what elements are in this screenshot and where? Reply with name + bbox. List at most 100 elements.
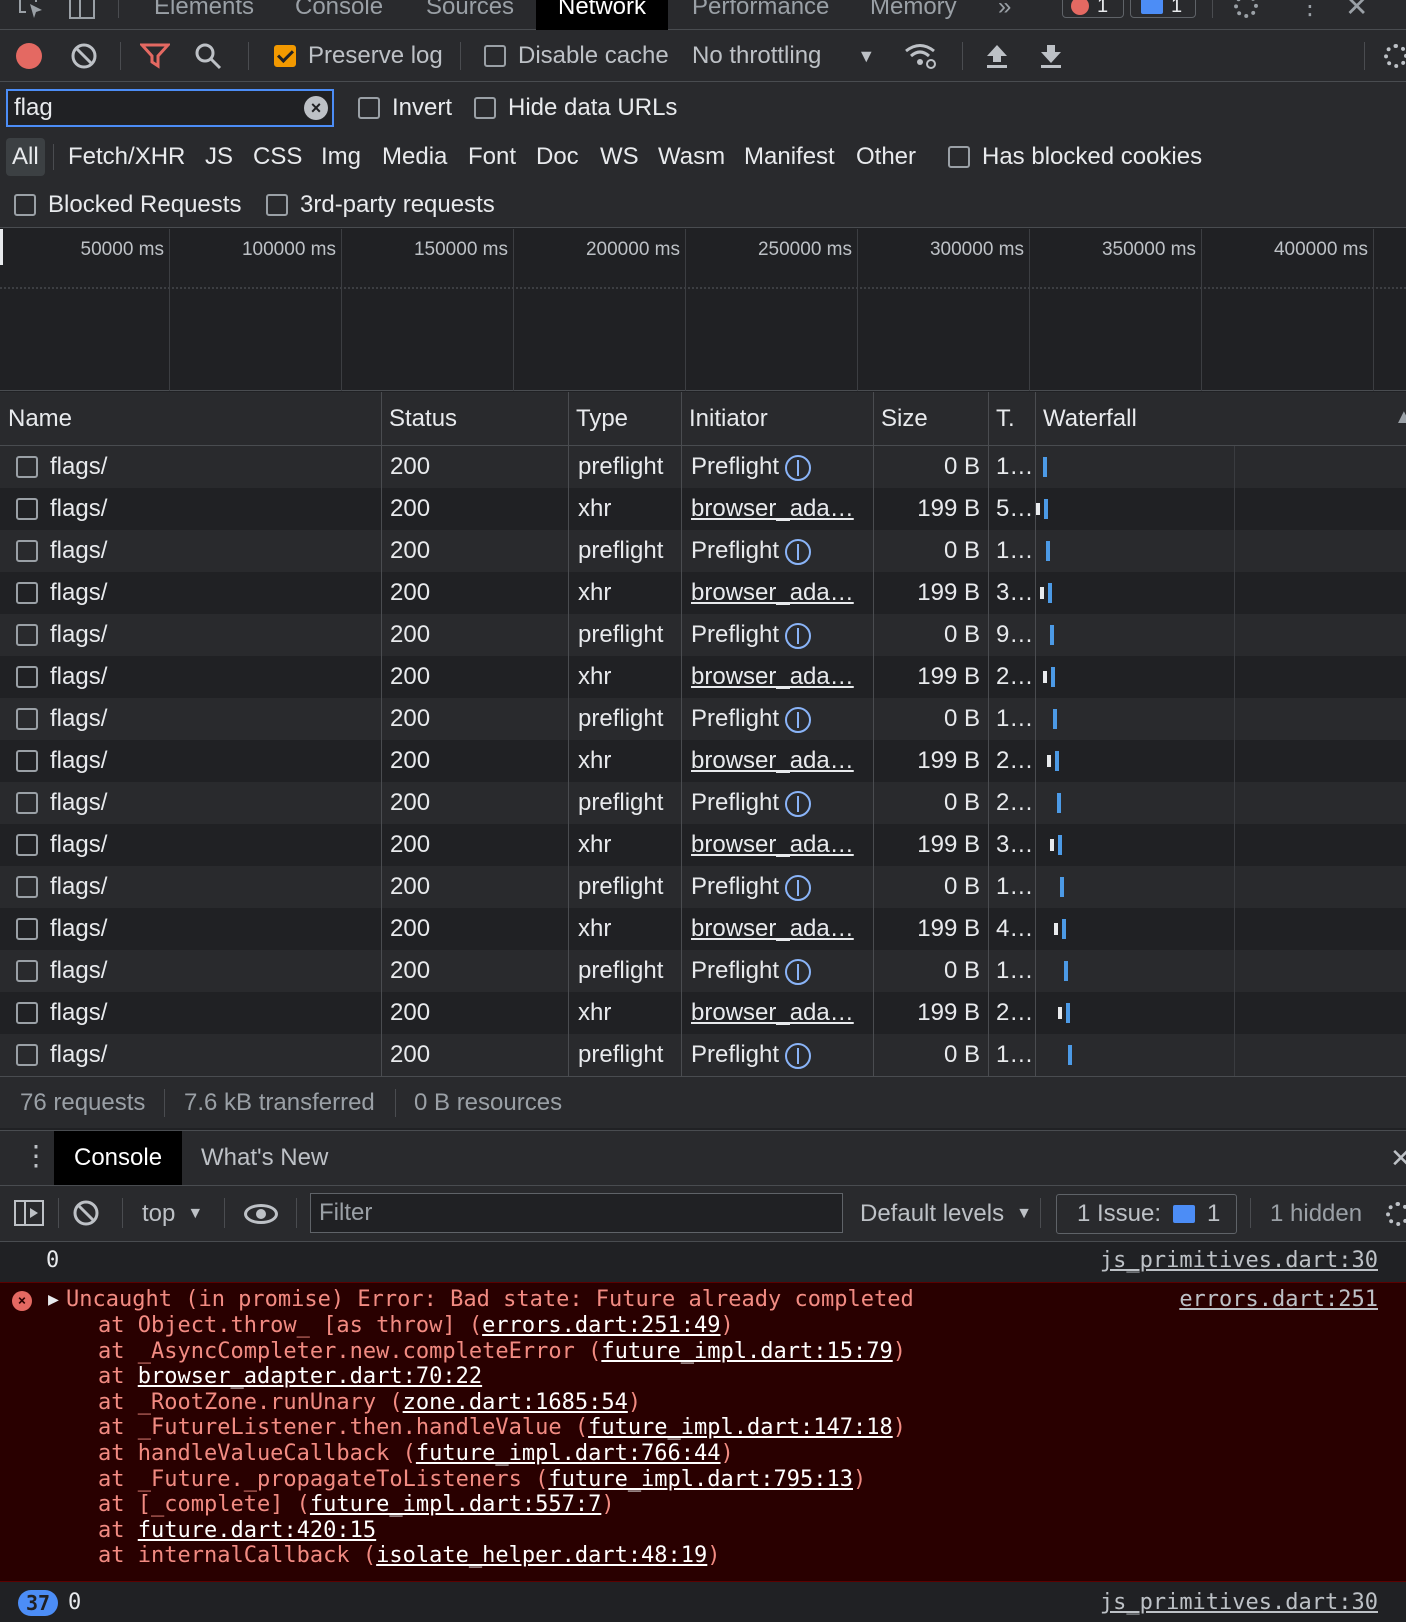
close-devtools-icon[interactable]: ✕ — [1345, 0, 1368, 23]
row-checkbox[interactable] — [16, 582, 38, 604]
stack-frame-link[interactable]: browser_adapter.dart:70:22 — [138, 1364, 482, 1389]
table-row[interactable]: flags/200 preflight Preflight 0 B 1… — [0, 698, 1406, 740]
tab-elements[interactable]: Elements — [154, 0, 254, 30]
column-header-type[interactable]: Type — [568, 392, 681, 446]
stack-frame-link[interactable]: future_impl.dart:766:44 — [416, 1441, 721, 1466]
source-link[interactable]: js_primitives.dart:30 — [1100, 1590, 1378, 1615]
type-filter-doc[interactable]: Doc — [536, 138, 579, 176]
type-filter-manifest[interactable]: Manifest — [744, 138, 835, 176]
request-initiator[interactable]: browser_ada… — [691, 740, 869, 782]
table-row[interactable]: flags/200 preflight Preflight 0 B 1… — [0, 446, 1406, 488]
type-filter-wasm[interactable]: Wasm — [658, 138, 725, 176]
import-har-button[interactable] — [984, 30, 1010, 82]
request-initiator[interactable]: browser_ada… — [691, 488, 869, 530]
table-row[interactable]: flags/200 xhr browser_ada… 199 B 2… — [0, 992, 1406, 1034]
log-levels-select[interactable]: Default levels ▼ — [860, 1186, 1032, 1242]
table-row[interactable]: flags/200 xhr browser_ada… 199 B 2… — [0, 740, 1406, 782]
preflight-link-icon[interactable] — [785, 874, 812, 901]
row-checkbox[interactable] — [16, 918, 38, 940]
tab-console[interactable]: Console — [295, 0, 383, 30]
clear-button[interactable] — [70, 30, 98, 82]
row-checkbox[interactable] — [16, 834, 38, 856]
close-drawer-icon[interactable]: ✕ — [1390, 1143, 1406, 1174]
type-filter-other[interactable]: Other — [856, 138, 916, 176]
table-row[interactable]: flags/200 xhr browser_ada… 199 B 3… — [0, 824, 1406, 866]
table-row[interactable]: flags/200 preflight Preflight 0 B 1… — [0, 950, 1406, 992]
request-initiator[interactable]: browser_ada… — [691, 992, 869, 1034]
table-row[interactable]: flags/200 preflight Preflight 0 B 9… — [0, 614, 1406, 656]
row-checkbox[interactable] — [16, 792, 38, 814]
type-filter-media[interactable]: Media — [382, 138, 447, 176]
type-filter-ws[interactable]: WS — [600, 138, 639, 176]
disable-cache-check[interactable] — [484, 45, 506, 67]
tab-memory[interactable]: Memory — [870, 0, 957, 30]
stack-frame-link[interactable]: future.dart:420:15 — [138, 1518, 376, 1543]
type-filter-css[interactable]: CSS — [253, 138, 302, 176]
type-filter-all[interactable]: All — [6, 138, 45, 176]
console-settings-gear-icon[interactable] — [1386, 1202, 1406, 1226]
preserve-log-checkbox[interactable]: Preserve log — [274, 30, 443, 82]
table-row[interactable]: flags/200 preflight Preflight 0 B 1… — [0, 530, 1406, 572]
table-row[interactable]: flags/200 xhr browser_ada… 199 B 4… — [0, 908, 1406, 950]
context-selector[interactable]: top ▼ — [142, 1186, 203, 1242]
search-button[interactable] — [194, 30, 222, 82]
more-options-icon[interactable]: ⋮ — [1298, 0, 1322, 21]
request-initiator[interactable]: browser_ada… — [691, 908, 869, 950]
table-row[interactable]: flags/200 preflight Preflight 0 B 2… — [0, 782, 1406, 824]
record-button[interactable] — [16, 30, 42, 82]
drawer-tab-console[interactable]: Console — [54, 1131, 183, 1185]
preflight-link-icon[interactable] — [785, 706, 812, 733]
stack-frame-link[interactable]: future_impl.dart:147:18 — [588, 1415, 893, 1440]
filter-input[interactable]: flag × — [6, 89, 334, 127]
column-header-name[interactable]: Name — [0, 392, 381, 446]
errors-counter[interactable]: 1 — [1062, 0, 1124, 18]
inspect-element-icon[interactable] — [18, 0, 44, 20]
clear-console-icon[interactable] — [72, 1199, 100, 1234]
type-filter-fetch-xhr[interactable]: Fetch/XHR — [68, 138, 185, 176]
network-conditions-button[interactable] — [904, 30, 938, 82]
row-checkbox[interactable] — [16, 1002, 38, 1024]
preflight-link-icon[interactable] — [785, 1042, 812, 1069]
table-row[interactable]: flags/200 xhr browser_ada… 199 B 2… — [0, 656, 1406, 698]
type-filter-js[interactable]: JS — [205, 138, 233, 176]
stack-frame-link[interactable]: future_impl.dart:795:13 — [548, 1467, 853, 1492]
preflight-link-icon[interactable] — [785, 790, 812, 817]
throttling-select[interactable]: No throttling ▼ — [692, 30, 875, 82]
request-initiator[interactable]: browser_ada… — [691, 572, 869, 614]
row-checkbox[interactable] — [16, 750, 38, 772]
has-blocked-cookies-checkbox[interactable]: Has blocked cookies — [948, 138, 1202, 176]
stack-frame-link[interactable]: isolate_helper.dart:48:19 — [376, 1543, 707, 1568]
table-row[interactable]: flags/200 preflight Preflight 0 B 1… — [0, 1034, 1406, 1076]
row-checkbox[interactable] — [16, 498, 38, 520]
filter-toggle-button[interactable] — [140, 30, 170, 82]
preflight-link-icon[interactable] — [785, 958, 812, 985]
column-header-status[interactable]: Status — [381, 392, 568, 446]
export-har-button[interactable] — [1038, 30, 1064, 82]
live-expression-eye-icon[interactable] — [244, 1204, 278, 1224]
tab-network[interactable]: Network — [536, 0, 669, 30]
row-checkbox[interactable] — [16, 708, 38, 730]
row-checkbox[interactable] — [16, 624, 38, 646]
row-checkbox[interactable] — [16, 456, 38, 478]
row-checkbox[interactable] — [16, 960, 38, 982]
tab-performance[interactable]: Performance — [692, 0, 829, 30]
row-checkbox[interactable] — [16, 1044, 38, 1066]
request-initiator[interactable]: browser_ada… — [691, 656, 869, 698]
stack-frame-link[interactable]: future_impl.dart:15:79 — [601, 1339, 892, 1364]
error-source-link[interactable]: errors.dart:251 — [1179, 1287, 1378, 1312]
table-row[interactable]: flags/200 xhr browser_ada… 199 B 5… — [0, 488, 1406, 530]
hide-data-urls-checkbox[interactable]: Hide data URLs — [474, 89, 677, 127]
column-header-waterfall[interactable]: Waterfall — [1035, 392, 1406, 446]
drawer-tab-whats-new[interactable]: What's New — [201, 1131, 328, 1185]
clear-filter-icon[interactable]: × — [304, 96, 328, 120]
third-party-requests-checkbox[interactable]: 3rd-party requests — [266, 186, 495, 224]
tab-sources[interactable]: Sources — [426, 0, 514, 30]
expand-triangle-icon[interactable]: ▶ — [48, 1289, 59, 1310]
row-checkbox[interactable] — [16, 666, 38, 688]
blocked-requests-checkbox[interactable]: Blocked Requests — [14, 186, 241, 224]
preserve-log-check[interactable] — [274, 45, 296, 67]
row-checkbox[interactable] — [16, 540, 38, 562]
drawer-menu-icon[interactable]: ⋮ — [22, 1139, 50, 1172]
row-checkbox[interactable] — [16, 876, 38, 898]
settings-gear-icon[interactable] — [1234, 0, 1258, 18]
